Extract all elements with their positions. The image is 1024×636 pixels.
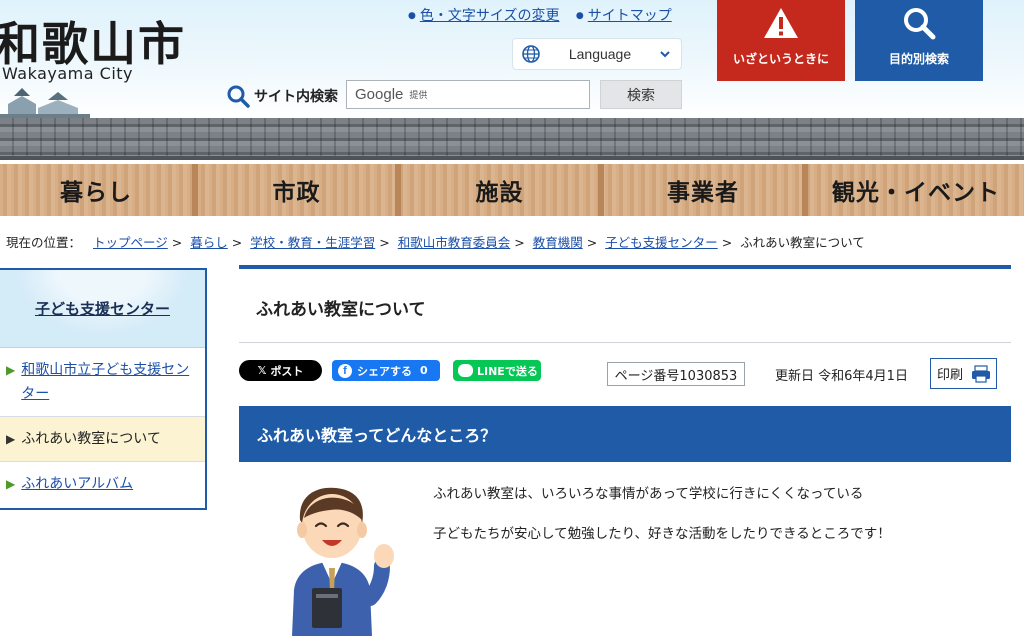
sidebar-heading-link[interactable]: 子ども支援センター	[35, 298, 170, 319]
print-button[interactable]: 印刷	[930, 358, 997, 389]
nav-item-tourism-events[interactable]: 観光・イベント	[808, 164, 1024, 216]
chevron-down-icon	[660, 51, 670, 58]
breadcrumb-link-living[interactable]: 暮らし	[190, 235, 228, 250]
sidebar-item-support-center[interactable]: ▶ 和歌山市立子ども支援センター	[0, 348, 205, 417]
breadcrumb-link-education[interactable]: 学校・教育・生涯学習	[250, 235, 375, 250]
section-heading: ふれあい教室ってどんなところ？	[239, 406, 1011, 462]
warning-icon	[764, 8, 798, 38]
site-search-label: サイト内検索	[226, 84, 338, 108]
language-label: Language	[568, 46, 632, 62]
facebook-icon: f	[338, 363, 352, 378]
google-provided-text: 提供	[409, 91, 428, 101]
teacher-illustration	[292, 487, 394, 636]
emergency-button[interactable]: いざというときに	[717, 0, 845, 81]
purpose-search-label: 目的別検索	[888, 52, 949, 66]
arrow-right-icon: ▶	[6, 363, 16, 377]
nav-item-facilities[interactable]: 施設	[401, 164, 604, 216]
arrow-right-icon: ▶	[6, 477, 16, 491]
breadcrumb-current: ふれあい教室について	[740, 235, 865, 250]
breadcrumb-link-institutions[interactable]: 教育機関	[533, 235, 583, 250]
site-header: 和歌山市 Wakayama City ● 色・文字サイズの変更 ● サイトマップ L…	[0, 0, 1024, 118]
sidebar-item-label[interactable]: ふれあいアルバム	[21, 472, 133, 496]
sidebar-item-fureai-classroom: ▶ ふれあい教室について	[0, 417, 205, 462]
line-icon	[458, 364, 473, 377]
intro-paragraph-1: ふれあい教室は、いろいろな事情があって学校に行きにくくなっている	[433, 486, 864, 502]
breadcrumb-link-top[interactable]: トップページ	[93, 235, 168, 250]
search-button[interactable]: 検索	[600, 80, 682, 109]
breadcrumb-link-support-center[interactable]: 子ども支援センター	[605, 235, 718, 250]
globe-icon	[522, 45, 540, 63]
color-text-size-link[interactable]: 色・文字サイズの変更	[420, 8, 560, 24]
x-logo-icon: 𝕏	[257, 364, 267, 377]
page-number: ページ番号1030853	[607, 362, 745, 386]
magnifier-icon	[904, 8, 936, 40]
arrow-right-icon: ▶	[6, 432, 16, 446]
breadcrumb-link-board[interactable]: 和歌山市教育委員会	[398, 235, 511, 250]
purpose-search-button[interactable]: 目的別検索	[855, 0, 983, 81]
bullet-icon: ●	[408, 11, 416, 21]
sidebar-heading: 子ども支援センター	[0, 270, 205, 348]
castle-illustration	[0, 88, 90, 118]
language-select[interactable]: Language	[512, 38, 682, 70]
printer-icon	[972, 364, 991, 383]
sidebar-item-label: ふれあい教室について	[21, 431, 161, 447]
print-label: 印刷	[937, 368, 964, 383]
search-icon	[227, 85, 250, 108]
nav-item-business[interactable]: 事業者	[604, 164, 808, 216]
share-x-label: ポスト	[270, 364, 304, 378]
share-facebook-count: 0	[420, 364, 428, 377]
site-search-text: サイト内検索	[254, 89, 338, 105]
share-line-button[interactable]: LINEで送る	[453, 360, 541, 381]
sidebar-item-fureai-album[interactable]: ▶ ふれあいアルバム	[0, 462, 205, 506]
intro-paragraph-2: 子どもたちが安心して勉強したり、好きな活動をしたりできるところです！	[433, 526, 891, 542]
sidebar-item-label[interactable]: 和歌山市立子ども支援センター	[21, 358, 197, 406]
roof-decoration	[0, 118, 1024, 160]
title-divider	[239, 342, 1011, 343]
local-nav-sidebar: 子ども支援センター ▶ 和歌山市立子ども支援センター ▶ ふれあい教室について …	[0, 268, 207, 510]
page-title: ふれあい教室について	[256, 300, 426, 320]
sitemap-link[interactable]: サイトマップ	[588, 8, 672, 24]
google-brand-text: Google	[355, 86, 404, 103]
nav-item-living[interactable]: 暮らし	[0, 164, 198, 216]
share-facebook-label: シェアする	[357, 364, 412, 378]
share-line-label: LINEで送る	[477, 364, 538, 378]
share-facebook-button[interactable]: f シェアする 0	[332, 360, 440, 381]
bullet-icon: ●	[575, 11, 584, 21]
updated-date: 更新日 令和6年4月1日	[775, 369, 908, 384]
share-x-button[interactable]: 𝕏 ポスト	[239, 360, 322, 381]
global-nav: 暮らし 市政 施設 事業者 観光・イベント	[0, 164, 1024, 216]
utility-links: ● 色・文字サイズの変更 ● サイトマップ	[408, 5, 684, 25]
nav-item-city-government[interactable]: 市政	[198, 164, 401, 216]
content-top-border	[239, 265, 1011, 269]
breadcrumb-prefix: 現在の位置：	[6, 235, 82, 250]
emergency-button-label: いざというときに	[732, 52, 829, 66]
breadcrumb: 現在の位置： トップページ > 暮らし > 学校・教育・生涯学習 > 和歌山市教育委員…	[6, 235, 865, 250]
search-input[interactable]: Google 提供	[346, 80, 590, 109]
